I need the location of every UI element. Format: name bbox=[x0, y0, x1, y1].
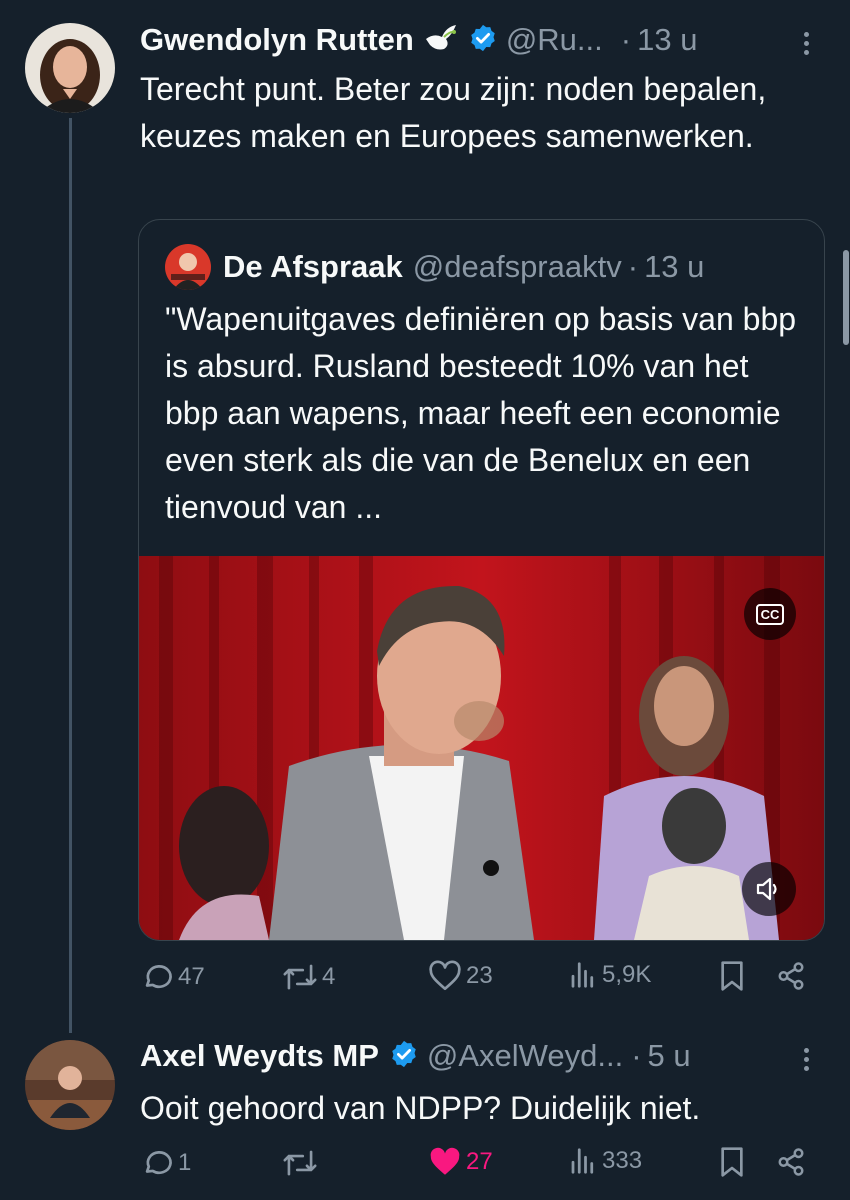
share-icon bbox=[778, 1148, 804, 1176]
quoted-timestamp: 13 u bbox=[644, 249, 705, 284]
quoted-tweet-header: De Afspraak @deafspraaktv · 13 u bbox=[165, 244, 704, 290]
like-button[interactable]: 23 bbox=[428, 960, 493, 992]
repost-icon bbox=[283, 964, 317, 990]
views-icon bbox=[571, 1148, 594, 1174]
bookmark-icon bbox=[721, 961, 743, 991]
reply-count: 1 bbox=[178, 1149, 192, 1176]
reply-icon bbox=[145, 965, 172, 989]
bookmark-button[interactable] bbox=[718, 960, 746, 992]
avatar-axel-weydts[interactable] bbox=[25, 1040, 115, 1130]
share-button[interactable] bbox=[776, 1146, 806, 1178]
like-button[interactable]: 27 bbox=[428, 1146, 493, 1178]
quoted-tweet-text: "Wapenuitgaves definiëren op basis van b… bbox=[165, 301, 797, 525]
more-options-icon[interactable] bbox=[804, 1044, 812, 1075]
like-filled-icon bbox=[430, 1147, 460, 1175]
reply-author-name[interactable]: Axel Weydts MP bbox=[140, 1038, 379, 1074]
separator-dot: · bbox=[627, 249, 639, 284]
bookmark-button[interactable] bbox=[718, 1146, 746, 1178]
scrollbar[interactable] bbox=[842, 0, 850, 1200]
like-icon bbox=[429, 960, 461, 991]
reply-text: Ooit gehoord van NDPP? Duidelijk niet. bbox=[140, 1090, 701, 1126]
scrollbar-thumb[interactable] bbox=[843, 250, 849, 345]
thread-connector-line bbox=[69, 118, 72, 1033]
captions-button[interactable]: CC bbox=[744, 588, 796, 640]
like-count: 23 bbox=[466, 962, 493, 989]
bookmark-icon bbox=[721, 1147, 743, 1177]
verified-badge-icon bbox=[468, 23, 498, 58]
repost-button[interactable]: 4 bbox=[282, 960, 335, 994]
avatar-de-afspraak bbox=[165, 244, 211, 290]
volume-button[interactable] bbox=[742, 862, 796, 916]
repost-button[interactable] bbox=[282, 1146, 322, 1180]
author-handle[interactable]: @Ru... bbox=[506, 22, 603, 58]
separator-dot: · bbox=[620, 22, 632, 57]
tweet-text: Terecht punt. Beter zou zijn: noden bepa… bbox=[140, 71, 767, 154]
views-count: 5,9K bbox=[602, 961, 652, 988]
cc-icon: CC bbox=[755, 603, 785, 625]
verified-badge-icon bbox=[389, 1039, 419, 1074]
volume-muted-icon bbox=[756, 877, 777, 901]
views-icon bbox=[571, 962, 594, 988]
reply-actions: 1 27 333 bbox=[140, 1146, 810, 1186]
separator-dot: · bbox=[631, 1038, 642, 1073]
author-name[interactable]: Gwendolyn Rutten bbox=[140, 22, 414, 58]
tweet-actions: 47 4 23 5,9K bbox=[140, 960, 810, 1000]
quoted-author-handle: @deafspraaktv bbox=[412, 249, 622, 284]
reply-button[interactable]: 1 bbox=[140, 1146, 191, 1180]
more-options-icon[interactable] bbox=[804, 28, 812, 59]
avatar-gwendolyn-rutten[interactable] bbox=[25, 23, 115, 113]
share-icon bbox=[778, 962, 804, 990]
views-button[interactable]: 333 bbox=[568, 1146, 642, 1176]
repost-icon bbox=[283, 1150, 317, 1176]
repost-count: 4 bbox=[322, 963, 336, 990]
quoted-tweet[interactable]: De Afspraak @deafspraaktv · 13 u "Wapenu… bbox=[138, 219, 825, 941]
like-count: 27 bbox=[466, 1148, 493, 1175]
reply-button[interactable]: 47 bbox=[140, 960, 205, 994]
quoted-author-name: De Afspraak bbox=[223, 249, 403, 284]
reply-author-handle[interactable]: @AxelWeyd... bbox=[427, 1038, 623, 1074]
views-count: 333 bbox=[602, 1147, 643, 1174]
reply-count: 47 bbox=[178, 963, 205, 990]
views-button[interactable]: 5,9K bbox=[568, 960, 651, 990]
share-button[interactable] bbox=[776, 960, 806, 992]
reply-header: Axel Weydts MP @AxelWeyd... · 5 u bbox=[140, 1038, 691, 1074]
dove-emoji-icon bbox=[424, 23, 458, 58]
reply-icon bbox=[145, 1151, 172, 1175]
quoted-video[interactable]: CC bbox=[139, 556, 824, 940]
reply-timestamp[interactable]: 5 u bbox=[648, 1038, 691, 1074]
tweet-header: Gwendolyn Rutten @Ru... · 13 u bbox=[140, 22, 697, 58]
timestamp[interactable]: 13 u bbox=[637, 22, 697, 58]
